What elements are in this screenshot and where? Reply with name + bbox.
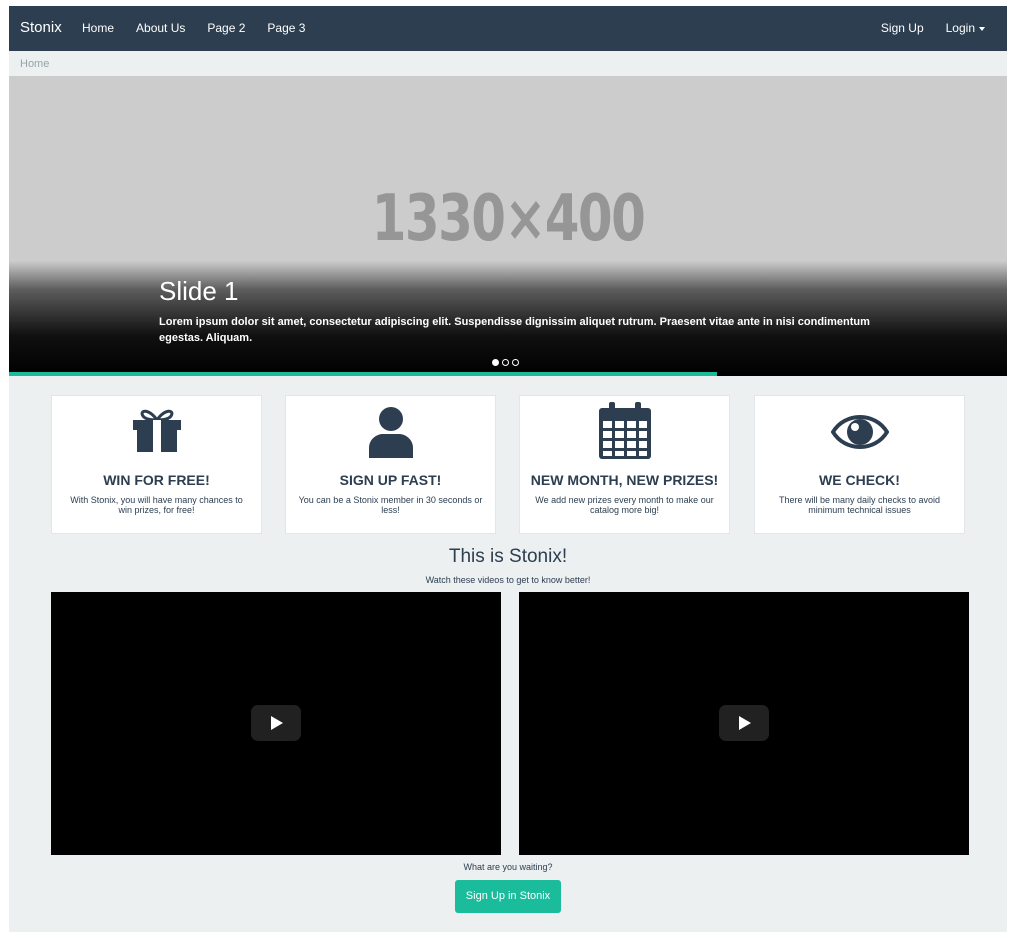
- feature-title: WIN FOR FREE!: [103, 472, 210, 488]
- cta-prompt: What are you waiting?: [463, 862, 553, 872]
- video-player-2[interactable]: [519, 592, 969, 855]
- feature-title: NEW MONTH, NEW PRIZES!: [530, 472, 719, 488]
- page: Stonix Home About Us Page 2 Page 3 Sign …: [9, 6, 1007, 932]
- nav-home[interactable]: Home: [82, 21, 114, 35]
- carousel-progress-bar: [9, 372, 717, 376]
- feature-card-signup: SIGN UP FAST! You can be a Stonix member…: [285, 395, 496, 534]
- slide-text: Lorem ipsum dolor sit amet, consectetur …: [159, 316, 870, 344]
- login-dropdown[interactable]: Login: [946, 21, 985, 35]
- nav-links: Home About Us Page 2 Page 3: [82, 21, 327, 35]
- play-icon[interactable]: [251, 705, 301, 741]
- slide-placeholder-image: 1330×400: [371, 182, 646, 256]
- signup-link[interactable]: Sign Up: [881, 21, 924, 35]
- feature-text: There will be many daily checks to avoid…: [778, 495, 941, 515]
- carousel-indicator-3[interactable]: [512, 359, 519, 366]
- breadcrumb[interactable]: Home: [20, 58, 49, 70]
- feature-title: WE CHECK!: [819, 472, 900, 488]
- feature-text: We add new prizes every month to make ou…: [535, 495, 714, 515]
- feature-text: You can be a Stonix member in 30 seconds…: [298, 495, 483, 515]
- feature-card-prizes: NEW MONTH, NEW PRIZES! We add new prizes…: [519, 395, 730, 534]
- login-label: Login: [945, 21, 975, 35]
- brand-link[interactable]: Stonix: [20, 19, 62, 36]
- play-icon[interactable]: [719, 705, 769, 741]
- feature-title: SIGN UP FAST!: [339, 472, 442, 488]
- carousel-indicator-2[interactable]: [502, 359, 509, 366]
- nav-about-us[interactable]: About Us: [136, 21, 185, 35]
- signup-stonix-button[interactable]: Sign Up in Stonix: [455, 880, 561, 913]
- feature-card-win: WIN FOR FREE! With Stonix, you will have…: [51, 395, 262, 534]
- carousel[interactable]: 1330×400 Slide 1 Lorem ipsum dolor sit a…: [9, 76, 1007, 376]
- video-player-1[interactable]: [51, 592, 501, 855]
- section-subtitle: Watch these videos to get to know better…: [425, 575, 591, 585]
- slide-title: Slide 1: [159, 276, 239, 306]
- feature-card-check: WE CHECK! There will be many daily check…: [754, 395, 965, 534]
- carousel-indicators: [492, 359, 519, 366]
- carousel-indicator-1[interactable]: [492, 359, 499, 366]
- nav-right: Sign Up Login: [881, 21, 1007, 35]
- caret-down-icon: [979, 26, 985, 31]
- navbar: Stonix Home About Us Page 2 Page 3 Sign …: [9, 6, 1007, 51]
- eye-icon: [830, 415, 889, 449]
- section-title: This is Stonix!: [448, 546, 568, 567]
- gift-icon: [132, 409, 181, 452]
- feature-text: With Stonix, you will have many chances …: [70, 495, 243, 515]
- nav-page-3[interactable]: Page 3: [267, 21, 305, 35]
- calendar-icon: [598, 402, 651, 459]
- user-icon: [368, 407, 413, 458]
- nav-page-2[interactable]: Page 2: [207, 21, 245, 35]
